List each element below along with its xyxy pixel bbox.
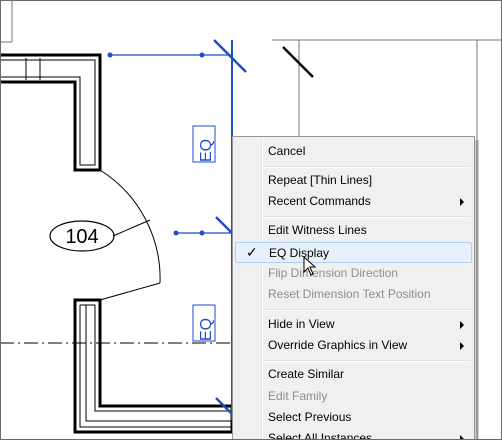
menu-item-eq-display[interactable]: ✓ EQ Display [235, 242, 472, 263]
menu-item-edit-witness-lines[interactable]: Edit Witness Lines [235, 220, 472, 241]
context-menu[interactable]: Cancel Repeat [Thin Lines] Recent Comman… [232, 136, 475, 440]
mouse-pointer-icon [303, 256, 317, 276]
menu-item-cancel[interactable]: Cancel [235, 141, 472, 162]
svg-text:EQ: EQ [198, 139, 215, 162]
wall-upper[interactable] [0, 53, 102, 172]
grid-tick [282, 46, 314, 78]
svg-text:EQ: EQ [198, 318, 215, 341]
menu-item-edit-family[interactable]: Edit Family [235, 386, 472, 407]
menu-separator [263, 216, 470, 218]
submenu-arrow-icon [460, 435, 464, 439]
menu-item-create-similar[interactable]: Create Similar [235, 364, 472, 385]
menu-item-override-graphics[interactable]: Override Graphics in View [235, 335, 472, 356]
submenu-arrow-icon [460, 321, 464, 329]
eq-label-upper[interactable]: EQ [192, 125, 216, 163]
menu-separator [263, 360, 470, 362]
eq-dimension[interactable] [107, 39, 247, 429]
menu-item-hide-in-view[interactable]: Hide in View [235, 314, 472, 335]
menu-item-select-previous[interactable]: Select Previous [235, 407, 472, 428]
menu-item-select-all-instances[interactable]: Select All Instances [235, 428, 472, 439]
submenu-arrow-icon [460, 198, 464, 206]
menu-item-recent-commands[interactable]: Recent Commands [235, 191, 472, 212]
menu-separator [263, 309, 470, 311]
room-tag[interactable]: 104 [49, 219, 151, 252]
checkmark-icon: ✓ [246, 244, 258, 260]
drawing-canvas[interactable]: 104 EQ EQ Cancel Repeat [Thin Lines] Rec… [0, 0, 502, 440]
menu-separator [263, 166, 470, 168]
eq-label-lower[interactable]: EQ [192, 304, 216, 342]
submenu-arrow-icon [460, 342, 464, 350]
menu-item-flip-dimension-direction[interactable]: Flip Dimension Direction [235, 263, 472, 284]
menu-item-reset-dimension-text-position[interactable]: Reset Dimension Text Position [235, 284, 472, 305]
menu-item-repeat[interactable]: Repeat [Thin Lines] [235, 170, 472, 191]
room-tag-label: 104 [65, 226, 98, 248]
